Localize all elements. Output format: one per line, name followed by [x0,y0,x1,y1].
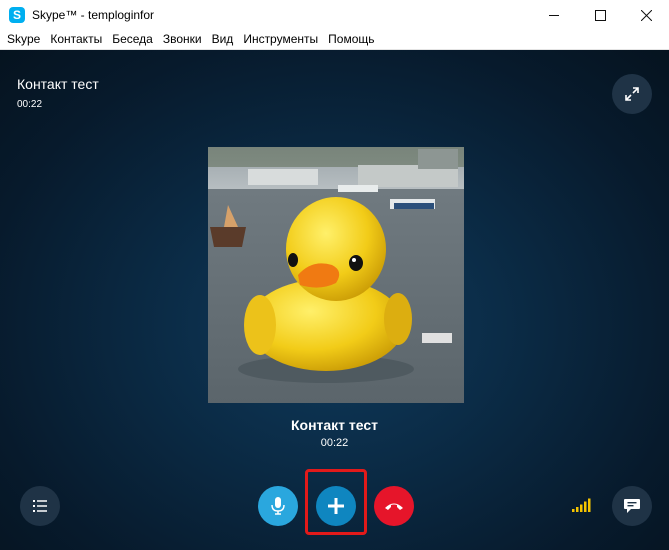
contact-name: Контакт тест [290,417,379,433]
add-button-highlight [305,469,367,535]
chat-icon [624,499,640,513]
skype-app-icon[interactable]: S [9,7,25,23]
contact-avatar [208,147,464,403]
maximize-button[interactable] [577,0,623,30]
menu-contacts[interactable]: Контакты [45,30,107,49]
chat-button[interactable] [612,486,652,526]
minimize-icon [548,14,559,16]
menu-calls[interactable]: Звонки [158,30,207,49]
fullscreen-button[interactable] [612,74,652,114]
signal-bars-icon [572,498,591,512]
call-timer: 00:22 [320,437,349,449]
menu-skype[interactable]: Skype [0,30,45,49]
menu-conversation[interactable]: Беседа [107,30,158,49]
title-bar: S Skype™ - temploginfor [0,0,669,30]
close-icon [640,9,652,21]
minimize-button[interactable] [531,0,577,30]
list-icon [33,500,47,512]
maximize-icon [594,9,606,21]
rubber-duck-photo [208,147,464,403]
call-timer-header: 00:22 [17,99,43,110]
hangup-icon [385,503,403,510]
end-call-button[interactable] [374,486,414,526]
menu-help[interactable]: Помощь [323,30,379,49]
window-title: Skype™ - temploginfor [32,8,155,22]
dialpad-button[interactable] [20,486,60,526]
call-screen: Контакт тест 00:22 Контакт тест 00:22 [0,50,669,550]
window-controls [531,0,669,30]
close-button[interactable] [623,0,669,30]
menu-bar: Skype Контакты Беседа Звонки Вид Инструм… [0,30,669,50]
contact-name-header: Контакт тест [17,76,99,92]
mute-microphone-button[interactable] [258,486,298,526]
menu-tools[interactable]: Инструменты [238,30,323,49]
expand-icon [625,87,639,101]
menu-view[interactable]: Вид [207,30,239,49]
microphone-icon [271,497,285,515]
